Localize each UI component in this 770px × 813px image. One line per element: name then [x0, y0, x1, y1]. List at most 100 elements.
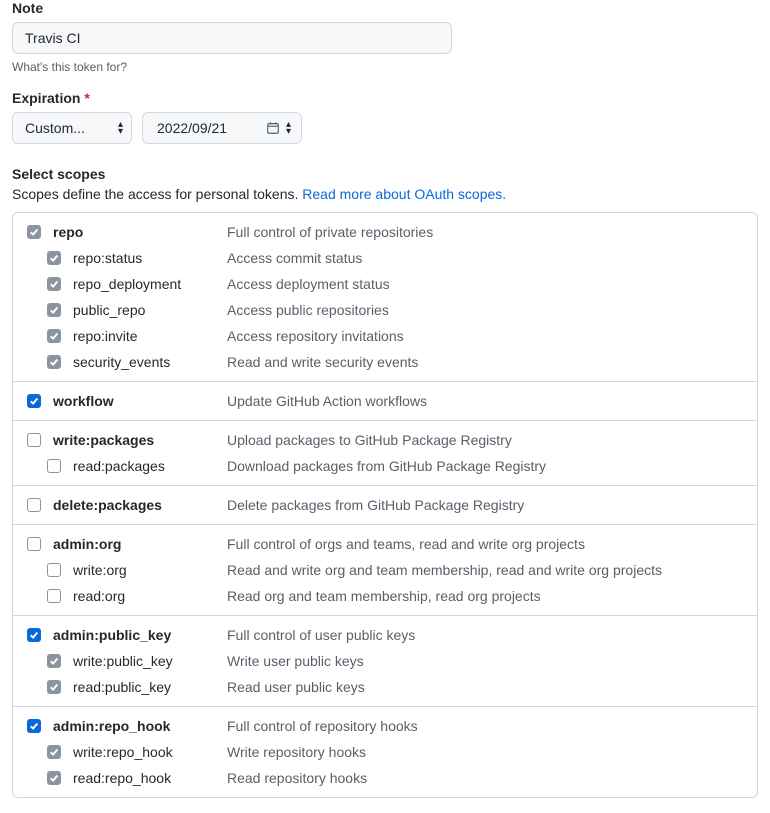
expiration-label-text: Expiration: [12, 90, 80, 106]
scope-checkbox-write-repo-hook: [47, 745, 61, 759]
scope-name: delete:packages: [53, 497, 223, 513]
scope-name: read:repo_hook: [73, 770, 223, 786]
date-input-icons: ▴▾: [266, 121, 291, 135]
scope-group: admin:repo_hookFull control of repositor…: [13, 707, 757, 797]
select-updown-icon: ▴▾: [118, 121, 123, 135]
scope-desc: Full control of user public keys: [223, 627, 747, 643]
scope-name: read:packages: [73, 458, 223, 474]
scopes-description: Scopes define the access for personal to…: [12, 186, 758, 202]
scope-checkbox-col: [43, 459, 73, 473]
scope-checkbox-admin-org[interactable]: [27, 537, 41, 551]
scope-name: workflow: [53, 393, 223, 409]
scope-desc: Update GitHub Action workflows: [223, 393, 747, 409]
scope-desc: Read repository hooks: [223, 770, 747, 786]
scope-desc: Read org and team membership, read org p…: [223, 588, 747, 604]
scope-checkbox-col: [43, 251, 73, 265]
scope-name: write:packages: [53, 432, 223, 448]
scope-desc: Read and write security events: [223, 354, 747, 370]
scope-checkbox-repo: [27, 225, 41, 239]
scope-checkbox-col: [43, 745, 73, 759]
scope-checkbox-col: [43, 277, 73, 291]
scope-row-child: read:orgRead org and team membership, re…: [13, 583, 757, 609]
expiration-mode-select[interactable]: Custom... ▴▾: [12, 112, 132, 144]
scope-checkbox-public-repo: [47, 303, 61, 317]
required-mark: *: [84, 90, 89, 106]
scope-desc: Delete packages from GitHub Package Regi…: [223, 497, 747, 513]
scope-desc: Full control of orgs and teams, read and…: [223, 536, 747, 552]
scope-group: admin:public_keyFull control of user pub…: [13, 616, 757, 707]
scopes-list: repoFull control of private repositories…: [12, 212, 758, 798]
scope-checkbox-workflow[interactable]: [27, 394, 41, 408]
note-input[interactable]: [12, 22, 452, 54]
scope-name: admin:repo_hook: [53, 718, 223, 734]
scope-desc: Full control of repository hooks: [223, 718, 747, 734]
scope-checkbox-delete-packages[interactable]: [27, 498, 41, 512]
scope-desc: Read and write org and team membership, …: [223, 562, 747, 578]
scope-group: workflowUpdate GitHub Action workflows: [13, 382, 757, 421]
scope-name: repo:invite: [73, 328, 223, 344]
scope-row-parent: admin:orgFull control of orgs and teams,…: [13, 531, 757, 557]
scope-name: write:repo_hook: [73, 744, 223, 760]
scope-checkbox-admin-public-key[interactable]: [27, 628, 41, 642]
scope-name: read:public_key: [73, 679, 223, 695]
scope-desc: Access deployment status: [223, 276, 747, 292]
expiration-mode-value: Custom...: [25, 120, 85, 136]
scope-desc: Upload packages to GitHub Package Regist…: [223, 432, 747, 448]
scope-desc: Access repository invitations: [223, 328, 747, 344]
scope-checkbox-write-packages[interactable]: [27, 433, 41, 447]
scope-checkbox-col: [23, 537, 53, 551]
scope-row-child: read:public_keyRead user public keys: [13, 674, 757, 700]
scope-checkbox-col: [43, 563, 73, 577]
scope-name: public_repo: [73, 302, 223, 318]
scope-checkbox-col: [43, 303, 73, 317]
note-label: Note: [12, 0, 758, 16]
scope-checkbox-security-events: [47, 355, 61, 369]
scope-row-child: write:orgRead and write org and team mem…: [13, 557, 757, 583]
scope-checkbox-col: [23, 498, 53, 512]
scope-name: read:org: [73, 588, 223, 604]
scope-checkbox-col: [23, 719, 53, 733]
scope-name: repo_deployment: [73, 276, 223, 292]
scope-name: admin:public_key: [53, 627, 223, 643]
scope-checkbox-col: [43, 355, 73, 369]
scope-name: admin:org: [53, 536, 223, 552]
scope-row-child: write:public_keyWrite user public keys: [13, 648, 757, 674]
expiration-group: Expiration * Custom... ▴▾ 2022/09/21 ▴▾: [12, 90, 758, 144]
scope-checkbox-col: [43, 680, 73, 694]
scope-checkbox-col: [23, 394, 53, 408]
scope-name: write:public_key: [73, 653, 223, 669]
scope-checkbox-col: [23, 628, 53, 642]
scope-row-child: read:repo_hookRead repository hooks: [13, 765, 757, 791]
scope-group: repoFull control of private repositories…: [13, 213, 757, 382]
scope-checkbox-repo-deployment: [47, 277, 61, 291]
scope-row-child: repo:inviteAccess repository invitations: [13, 323, 757, 349]
calendar-icon: [266, 121, 280, 135]
scope-checkbox-repo-status: [47, 251, 61, 265]
scope-group: admin:orgFull control of orgs and teams,…: [13, 525, 757, 616]
scope-checkbox-col: [43, 329, 73, 343]
scope-checkbox-read-org[interactable]: [47, 589, 61, 603]
scope-row-parent: workflowUpdate GitHub Action workflows: [13, 388, 757, 414]
scope-desc: Read user public keys: [223, 679, 747, 695]
scope-group: delete:packagesDelete packages from GitH…: [13, 486, 757, 525]
scope-row-child: repo_deploymentAccess deployment status: [13, 271, 757, 297]
scope-name: security_events: [73, 354, 223, 370]
scope-row-parent: repoFull control of private repositories: [13, 219, 757, 245]
scope-desc: Full control of private repositories: [223, 224, 747, 240]
scope-row-child: write:repo_hookWrite repository hooks: [13, 739, 757, 765]
scope-checkbox-col: [43, 654, 73, 668]
scopes-desc-text: Scopes define the access for personal to…: [12, 186, 302, 202]
scope-desc: Download packages from GitHub Package Re…: [223, 458, 747, 474]
oauth-scopes-link[interactable]: Read more about OAuth scopes.: [302, 186, 506, 202]
scope-checkbox-repo-invite: [47, 329, 61, 343]
scope-checkbox-write-public-key: [47, 654, 61, 668]
scope-checkbox-admin-repo-hook[interactable]: [27, 719, 41, 733]
scope-row-parent: delete:packagesDelete packages from GitH…: [13, 492, 757, 518]
expiration-date-value: 2022/09/21: [157, 120, 227, 136]
note-group: Note What's this token for?: [12, 0, 758, 74]
scope-name: repo:status: [73, 250, 223, 266]
scope-row-child: repo:statusAccess commit status: [13, 245, 757, 271]
scope-checkbox-write-org[interactable]: [47, 563, 61, 577]
scope-checkbox-read-packages[interactable]: [47, 459, 61, 473]
expiration-date-input[interactable]: 2022/09/21 ▴▾: [142, 112, 302, 144]
